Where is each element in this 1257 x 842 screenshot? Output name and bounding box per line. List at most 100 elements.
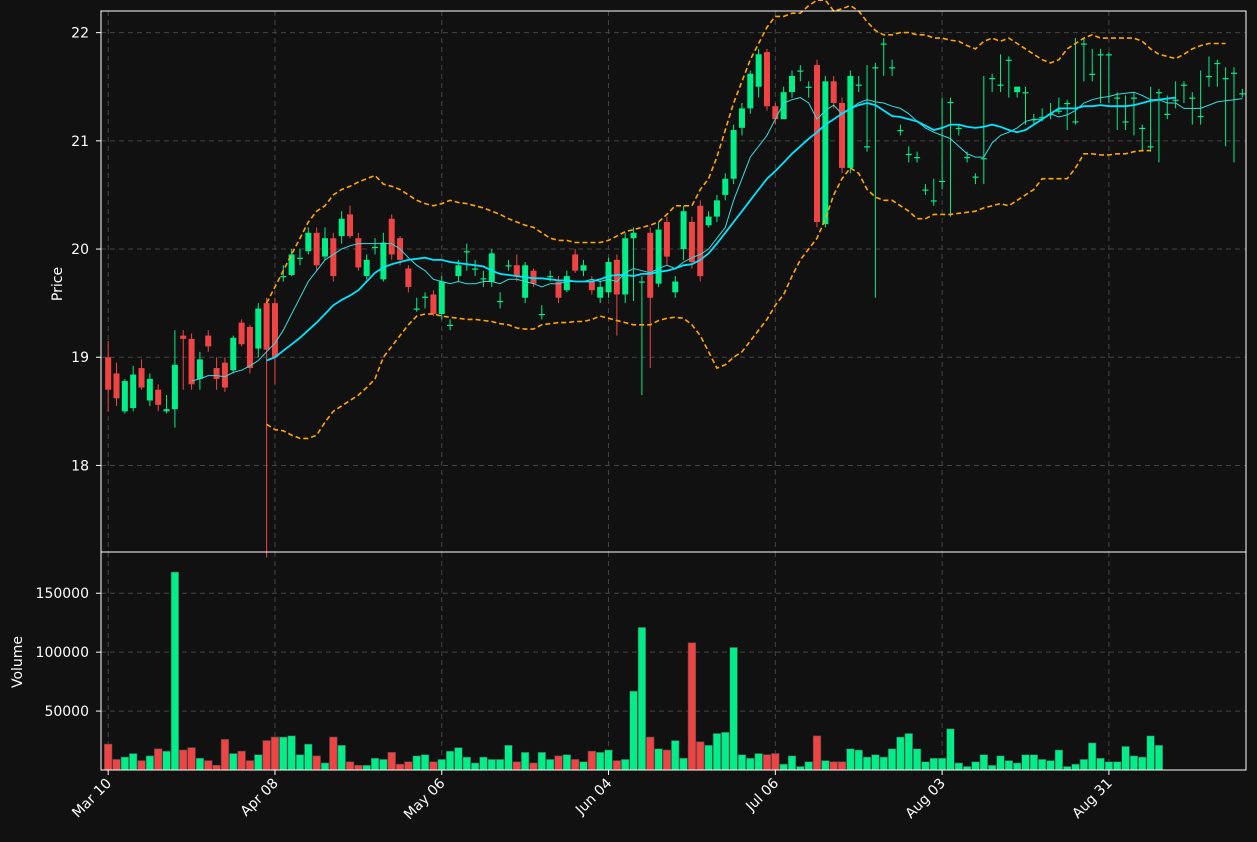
volume-bar	[1104, 761, 1114, 771]
volume-bar	[587, 750, 596, 771]
volume-bar	[604, 749, 613, 771]
candle-body	[730, 130, 737, 179]
volume-bar	[921, 761, 930, 771]
candle-body	[1005, 59, 1012, 61]
price-axis-label: Price	[50, 267, 66, 301]
candle-body	[246, 326, 253, 369]
volume-bar	[1046, 760, 1055, 771]
volume-bar	[837, 761, 847, 771]
volume-bar	[304, 743, 313, 771]
candle-body	[897, 130, 904, 132]
volume-bar	[846, 748, 855, 771]
volume-bar	[612, 760, 622, 771]
candle-body	[613, 259, 620, 295]
candle-body	[572, 254, 579, 271]
volume-bar	[637, 627, 647, 771]
volume-bar	[162, 750, 171, 771]
volume-bar	[112, 759, 121, 771]
volume-bar	[854, 749, 863, 771]
candle-body	[372, 246, 379, 249]
volume-bar	[237, 750, 246, 771]
volume-bar	[1013, 762, 1022, 771]
volume-bar	[254, 754, 263, 771]
candle-body	[705, 216, 712, 226]
volume-bar	[495, 759, 505, 771]
candle-body	[847, 75, 854, 168]
candle-body	[797, 70, 804, 72]
volume-bar	[779, 763, 788, 771]
volume-bar	[554, 755, 563, 771]
candle-body	[630, 232, 637, 239]
candle-body	[1064, 102, 1071, 105]
candle-body	[321, 238, 328, 257]
volume-bar	[621, 759, 630, 771]
candle-body	[463, 251, 470, 253]
candle-body	[947, 101, 954, 104]
candle-body	[1155, 92, 1162, 94]
volume-bar	[879, 756, 888, 771]
candle-body	[1197, 115, 1204, 118]
candle-body	[1189, 97, 1196, 99]
candle-body	[855, 84, 862, 86]
candle-body	[1147, 146, 1154, 148]
volume-bar	[345, 761, 355, 771]
volume-tick-label: 100000	[36, 645, 89, 661]
volume-bar	[762, 754, 772, 771]
candle-body	[980, 158, 987, 160]
volume-bar	[404, 761, 413, 771]
volume-bar	[104, 743, 113, 771]
candle-body	[772, 106, 779, 120]
candle-body	[1172, 99, 1179, 101]
volume-bar	[279, 736, 288, 771]
volume-bar	[1146, 735, 1155, 771]
candle-body	[180, 335, 187, 339]
volume-bar	[562, 754, 571, 771]
volume-bar	[504, 744, 513, 771]
candle-body	[230, 337, 237, 371]
volume-bar	[479, 756, 488, 771]
candle-body	[480, 278, 487, 280]
volume-bar	[329, 736, 338, 771]
candle-body	[580, 265, 587, 271]
candle-body	[1072, 121, 1079, 123]
candle-body	[955, 127, 962, 130]
volume-bar	[1121, 746, 1130, 771]
candle-body	[388, 218, 395, 255]
candle-body	[780, 92, 787, 120]
candle-body	[1105, 54, 1112, 56]
candle-body	[1205, 75, 1212, 78]
candle-body	[738, 108, 745, 128]
volume-bar	[862, 756, 872, 771]
candle-body	[547, 276, 554, 278]
candle-body	[405, 268, 412, 287]
volume-bar	[1054, 749, 1063, 771]
volume-bar	[696, 741, 705, 771]
volume-bar	[120, 756, 129, 771]
volume-bar	[1096, 757, 1105, 771]
volume-bar	[454, 747, 463, 771]
volume-bar	[220, 739, 230, 771]
volume-bar	[579, 761, 588, 771]
volume-bar	[812, 735, 822, 771]
candle-body	[1222, 78, 1229, 80]
candle-body	[830, 81, 837, 103]
volume-bar	[312, 755, 321, 771]
candle-body	[138, 368, 145, 388]
candle-body	[1114, 97, 1121, 99]
candle-body	[814, 65, 821, 222]
candle-body	[939, 180, 946, 183]
candlestick-chart: 1819202122 50000100000150000 Mar 10 Apr 0…	[0, 0, 1257, 842]
candle-body	[1230, 72, 1237, 74]
volume-bar	[187, 747, 196, 771]
volume-bar	[262, 740, 271, 771]
volume-bar	[437, 759, 446, 771]
candle-body	[113, 373, 120, 399]
candle-body	[205, 335, 212, 347]
volume-bar	[487, 759, 496, 771]
candle-body	[697, 205, 704, 277]
volume-bar	[129, 753, 138, 771]
candle-body	[747, 73, 754, 109]
volume-bar	[179, 749, 188, 771]
volume-bar	[804, 761, 813, 771]
candle-body	[622, 238, 629, 295]
